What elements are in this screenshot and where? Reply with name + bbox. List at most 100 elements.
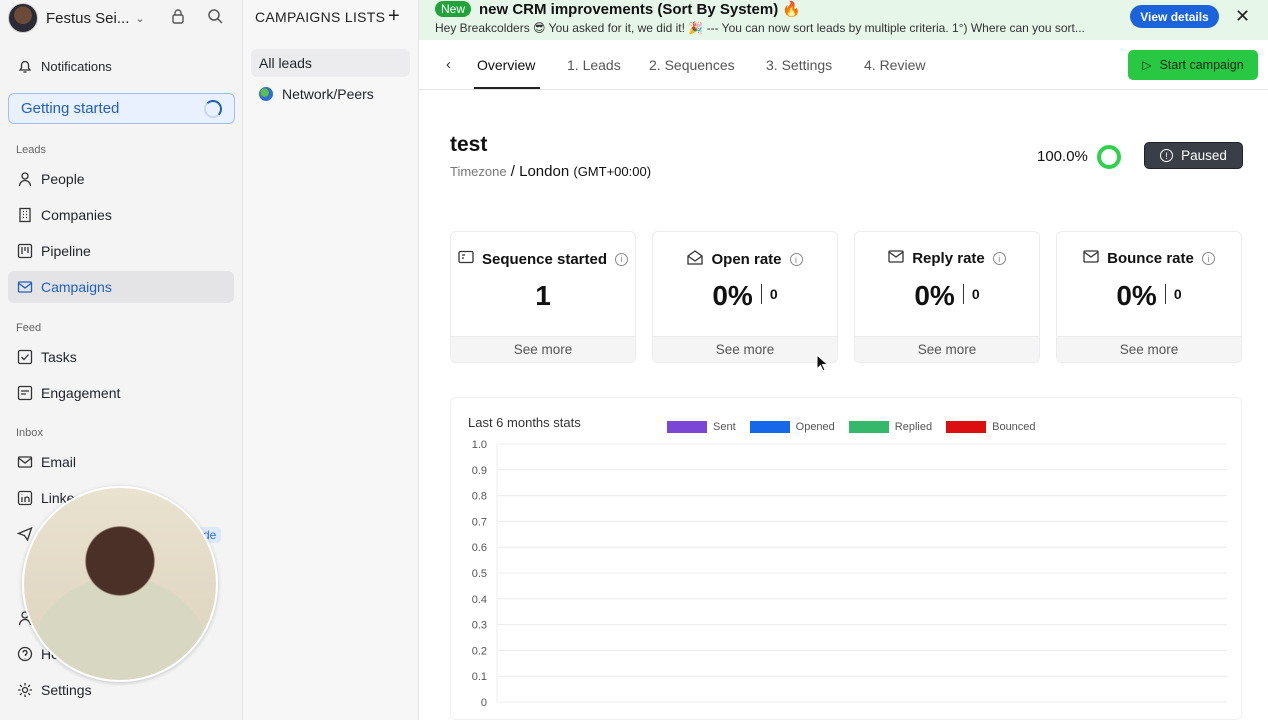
progress-percent: 100.0% (1037, 148, 1088, 165)
timezone-label: Timezone (450, 164, 507, 179)
see-more-button[interactable]: See more (855, 336, 1039, 362)
y-tick-label: 0.6 (472, 542, 487, 554)
stat-value: 0% (1116, 280, 1157, 311)
stat-value: 0% (914, 280, 955, 311)
list-item-all-leads[interactable]: All leads (251, 49, 410, 77)
page-title: test (450, 133, 488, 156)
chart-plot-area: 1.0 0.9 0.8 0.7 0.6 0.5 0.4 0.3 0.2 0.1 0 (472, 439, 1227, 709)
sidebar-item-engagement[interactable]: Engagement (8, 377, 234, 409)
stat-value: 1 (535, 280, 551, 311)
banner-text: Hey Breakcolders 😎 You asked for it, we … (435, 21, 1085, 35)
sidebar-item-label: Email (41, 454, 77, 470)
see-more-button[interactable]: See more (451, 336, 635, 362)
tab-sequences[interactable]: 2. Sequences (649, 57, 735, 73)
user-name: Festus Sei... (46, 9, 130, 27)
sidebar-item-label: Pipeline (41, 243, 91, 259)
stat-label: Reply rate (912, 250, 985, 267)
campaign-mail-icon (16, 279, 33, 296)
y-tick-label: 0.1 (472, 671, 487, 683)
stat-count: 0 (1173, 286, 1182, 302)
stat-count: 0 (769, 286, 778, 302)
status-label: Paused (1181, 148, 1227, 163)
sidebar-item-pipeline[interactable]: Pipeline (8, 235, 234, 267)
globe-icon (259, 87, 273, 101)
bounce-mail-icon (1083, 250, 1099, 267)
reply-mail-icon (888, 250, 904, 267)
stat-value: 0% (712, 280, 753, 311)
stat-label: Bounce rate (1107, 250, 1194, 267)
tab-leads[interactable]: 1. Leads (567, 57, 621, 73)
sidebar-item-label: People (41, 171, 85, 187)
help-icon (16, 646, 33, 663)
stat-card-bounce-rate: Bounce rate i 0% 0 See more (1056, 231, 1242, 363)
sidebar-item-email[interactable]: Email (8, 446, 234, 478)
legend-item-sent[interactable]: Sent (667, 421, 736, 433)
timezone-city: London (519, 163, 570, 180)
user-menu[interactable]: Festus Sei... ⌄ (8, 2, 238, 34)
close-icon[interactable]: ✕ (1235, 6, 1250, 27)
building-icon (16, 207, 33, 224)
chart-title: Last 6 months stats (468, 415, 581, 430)
section-label-inbox: Inbox (16, 427, 43, 439)
add-list-button[interactable]: + (388, 5, 400, 28)
see-more-button[interactable]: See more (653, 336, 837, 362)
timezone-row: Timezone / London (GMT+00:00) (450, 163, 651, 180)
tab-review[interactable]: 4. Review (864, 57, 925, 73)
chart-legend: Sent Opened Replied Bounced (667, 421, 1050, 433)
sidebar-item-people[interactable]: People (8, 163, 234, 195)
info-icon[interactable]: i (992, 252, 1006, 265)
engagement-icon (16, 385, 33, 402)
view-details-button[interactable]: View details (1130, 5, 1219, 28)
open-mail-icon (687, 250, 704, 269)
sidebar-item-notifications[interactable]: Notifications (8, 50, 234, 82)
lock-icon[interactable] (170, 8, 186, 27)
stat-label: Sequence started (481, 250, 608, 268)
info-icon[interactable]: i (1201, 252, 1215, 265)
kanban-icon (16, 243, 33, 260)
getting-started-label: Getting started (21, 100, 120, 117)
webcam-overlay (22, 486, 218, 682)
mouse-cursor-icon (816, 353, 829, 375)
stat-label: Open rate (711, 251, 782, 268)
campaign-tabs: ‹ Overview 1. Leads 2. Sequences 3. Sett… (419, 40, 1268, 90)
sidebar-item-label: Companies (41, 207, 112, 223)
y-tick-label: 0.9 (472, 465, 487, 477)
legend-item-replied[interactable]: Replied (848, 421, 932, 433)
info-icon[interactable]: i (615, 252, 629, 266)
back-chevron-icon[interactable]: ‹ (446, 56, 451, 73)
list-item-network-peers[interactable]: Network/Peers (251, 80, 410, 108)
status-button[interactable]: ! Paused (1144, 142, 1243, 169)
legend-label: Opened (795, 421, 835, 433)
mail-icon (16, 454, 33, 471)
getting-started-button[interactable]: Getting started (8, 93, 235, 124)
info-icon[interactable]: i (789, 253, 803, 266)
legend-item-opened[interactable]: Opened (749, 421, 835, 433)
legend-item-bounced[interactable]: Bounced (946, 421, 1036, 433)
y-tick-label: 0.7 (472, 516, 487, 528)
tab-settings[interactable]: 3. Settings (766, 57, 832, 73)
legend-label: Bounced (992, 421, 1036, 433)
person-icon (16, 171, 33, 188)
tab-overview[interactable]: Overview (477, 57, 535, 73)
search-icon[interactable] (207, 8, 223, 27)
sidebar-item-campaigns[interactable]: Campaigns (8, 271, 234, 303)
sidebar-item-label: Engagement (41, 385, 121, 401)
avatar (8, 3, 38, 33)
start-campaign-button[interactable]: ▷ Start campaign (1128, 50, 1258, 80)
panel-title: CAMPAIGNS LISTS (255, 9, 386, 25)
progress-spinner-icon (204, 100, 222, 118)
see-more-button[interactable]: See more (1057, 336, 1241, 362)
y-tick-label: 0.4 (472, 594, 487, 606)
y-tick-label: 0.5 (472, 568, 487, 580)
start-campaign-label: Start campaign (1159, 58, 1244, 72)
y-tick-label: 1.0 (472, 439, 487, 451)
sidebar-item-tasks[interactable]: Tasks (8, 341, 234, 373)
stat-value-row: 0% 0 (1057, 280, 1241, 312)
y-tick-label: 0.8 (472, 491, 487, 503)
section-label-feed: Feed (16, 322, 42, 334)
sidebar-item-companies[interactable]: Companies (8, 199, 234, 231)
chevron-down-icon: ⌄ (135, 12, 145, 25)
legend-label: Sent (713, 421, 736, 433)
left-sidebar: Festus Sei... ⌄ Notifications Getting st… (0, 0, 243, 720)
linkedin-icon (16, 490, 33, 507)
